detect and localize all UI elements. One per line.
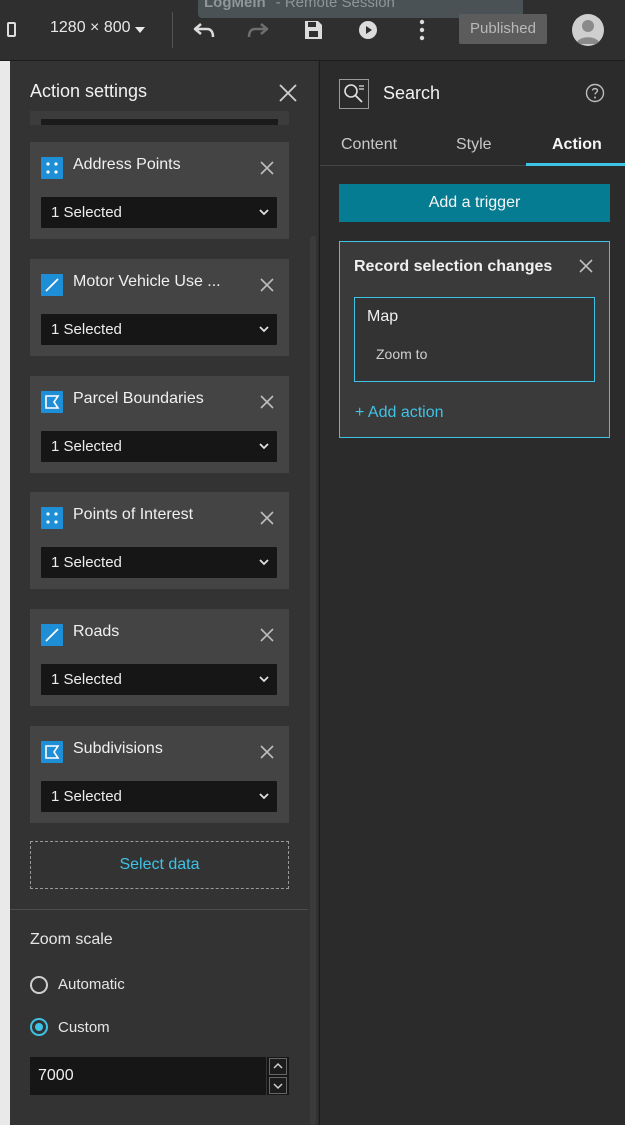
previous-layer-card-stub (30, 111, 289, 125)
selection-value: 1 Selected (51, 788, 122, 805)
polygon-layer-icon (41, 741, 63, 763)
layer-card-points-of-interest: Points of Interest 1 Selected (30, 492, 289, 589)
panel-title: Action settings (30, 81, 148, 101)
layer-name: Address Points (73, 156, 181, 173)
device-icon[interactable] (7, 22, 16, 37)
canvas-edge (0, 61, 10, 1125)
action-name: Zoom to (376, 346, 428, 362)
zoom-scale-title: Zoom scale (30, 931, 113, 948)
user-icon (576, 20, 600, 44)
tab-content[interactable]: Content (341, 136, 397, 154)
chevron-down-icon (259, 209, 269, 216)
action-target: Map (367, 308, 399, 325)
layer-name: Points of Interest (73, 506, 194, 523)
add-trigger-button[interactable]: Add a trigger (339, 184, 610, 222)
zoom-scale-stepper[interactable] (267, 1057, 289, 1095)
chevron-down-icon (259, 443, 269, 450)
layer-name: Motor Vehicle Use ... (73, 273, 221, 290)
tab-action[interactable]: Action (552, 136, 602, 154)
layer-selection-dropdown[interactable]: 1 Selected (41, 314, 277, 345)
increment-button[interactable] (269, 1058, 287, 1075)
automatic-radio[interactable] (30, 976, 48, 994)
line-layer-icon (41, 624, 63, 646)
active-tab-indicator (526, 163, 625, 166)
layer-selection-dropdown[interactable]: 1 Selected (41, 431, 277, 462)
zoom-scale-input[interactable]: 7000 (30, 1057, 266, 1095)
play-icon[interactable] (356, 18, 380, 42)
tab-style[interactable]: Style (456, 136, 492, 154)
layer-card-subdivisions: Subdivisions 1 Selected (30, 726, 289, 823)
layer-selection-dropdown[interactable]: 1 Selected (41, 197, 277, 228)
point-layer-icon (41, 157, 63, 179)
add-action-link[interactable]: + Add action (355, 404, 444, 422)
layer-card-roads: Roads 1 Selected (30, 609, 289, 706)
undo-icon[interactable] (192, 18, 216, 42)
remove-layer-icon[interactable] (259, 744, 275, 760)
layer-card-motor-vehicle-use: Motor Vehicle Use ... 1 Selected (30, 259, 289, 356)
close-icon[interactable] (278, 83, 298, 103)
remove-layer-icon[interactable] (259, 160, 275, 176)
avatar[interactable] (572, 14, 604, 46)
chevron-down-icon (259, 559, 269, 566)
remove-layer-icon[interactable] (259, 277, 275, 293)
search-widget-icon (339, 79, 369, 109)
widget-title: Search (383, 83, 441, 103)
line-layer-icon (41, 274, 63, 296)
layer-selection-dropdown[interactable]: 1 Selected (41, 664, 277, 695)
chevron-down-icon (273, 1083, 283, 1090)
session-subtitle: - Remote Session (275, 0, 395, 11)
custom-radio-label[interactable]: Custom (58, 1019, 110, 1036)
chevron-down-icon (259, 793, 269, 800)
trigger-card: Record selection changes Map Zoom to + A… (339, 241, 610, 438)
section-divider (10, 909, 308, 910)
action-settings-panel: Action settings Address Points 1 Selecte… (10, 61, 318, 1125)
remove-layer-icon[interactable] (259, 510, 275, 526)
selection-value: 1 Selected (51, 204, 122, 221)
layer-name: Roads (73, 623, 120, 640)
action-item[interactable]: Map Zoom to (354, 297, 595, 382)
layer-selection-dropdown[interactable]: 1 Selected (41, 781, 277, 812)
search-icon (344, 84, 364, 103)
decrement-button[interactable] (269, 1077, 287, 1094)
chevron-down-icon (259, 326, 269, 333)
remove-layer-icon[interactable] (259, 394, 275, 410)
layer-selection-dropdown[interactable]: 1 Selected (41, 547, 277, 578)
selection-value: 1 Selected (51, 671, 122, 688)
selection-value: 1 Selected (51, 438, 122, 455)
more-options-icon[interactable] (410, 18, 434, 42)
published-button[interactable]: Published (459, 14, 547, 44)
help-icon[interactable] (585, 83, 605, 103)
layer-card-address-points: Address Points 1 Selected (30, 142, 289, 239)
chevron-down-icon (259, 676, 269, 683)
remove-layer-icon[interactable] (259, 627, 275, 643)
layer-card-parcel-boundaries: Parcel Boundaries 1 Selected (30, 376, 289, 473)
toolbar-divider (172, 12, 173, 48)
polygon-layer-icon (41, 391, 63, 413)
layer-name: Subdivisions (73, 740, 163, 757)
close-icon[interactable] (578, 258, 594, 274)
widget-settings-panel: Search Content Style Action Add a trigge… (319, 61, 625, 1125)
session-title: LogMeIn (204, 0, 266, 11)
selection-value: 1 Selected (51, 321, 122, 338)
panel-scrollbar[interactable] (310, 236, 316, 1125)
resolution-selector[interactable]: 1280 × 800 (50, 19, 131, 37)
chevron-up-icon (273, 1062, 283, 1069)
trigger-title: Record selection changes (354, 258, 553, 275)
layer-name: Parcel Boundaries (73, 390, 204, 407)
save-icon[interactable] (301, 18, 325, 42)
custom-radio[interactable] (30, 1018, 48, 1036)
automatic-radio-label[interactable]: Automatic (58, 976, 125, 993)
redo-icon[interactable] (246, 18, 270, 42)
select-data-button[interactable]: Select data (30, 841, 289, 889)
top-toolbar: LogMeIn - Remote Session 1280 × 800 Publi… (0, 0, 625, 61)
caret-down-icon[interactable] (135, 27, 145, 33)
selection-value: 1 Selected (51, 554, 122, 571)
point-layer-icon (41, 507, 63, 529)
